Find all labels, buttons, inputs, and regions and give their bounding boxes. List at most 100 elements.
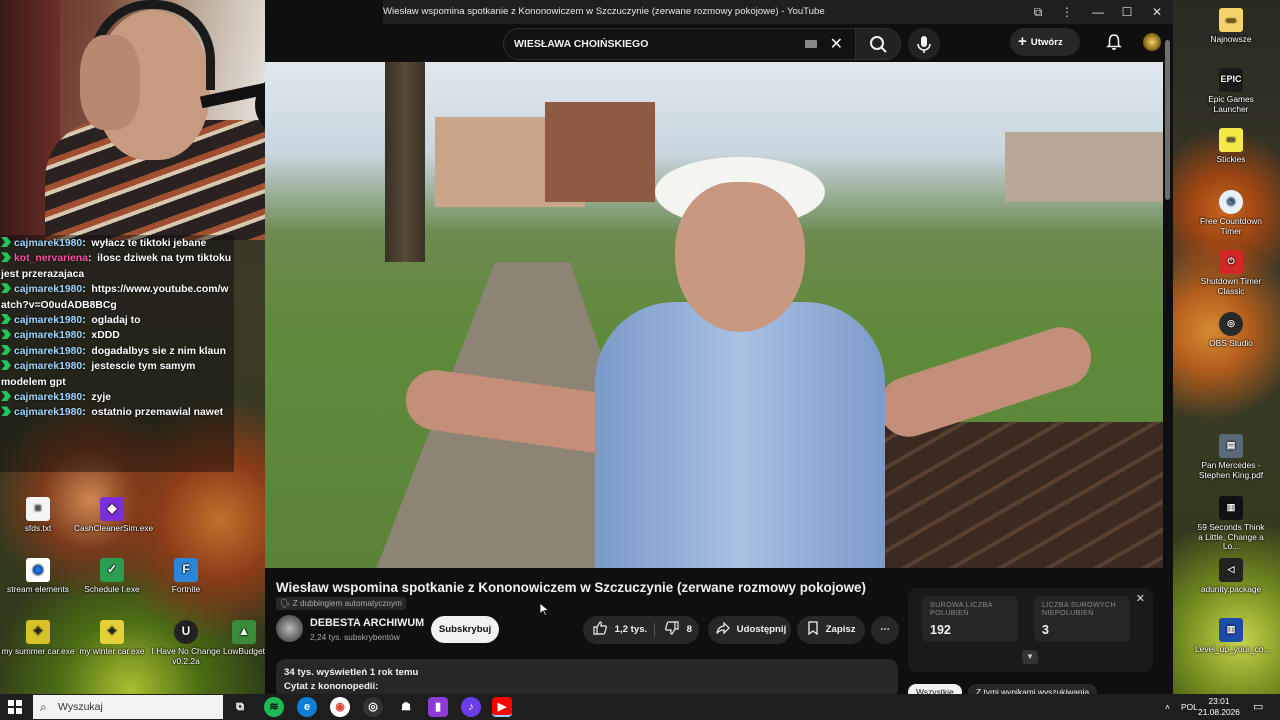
- desktop-icon-my-summer-car[interactable]: ✦ my summer car.exe: [0, 620, 76, 657]
- system-clock[interactable]: 23:01 21.08.2026: [1196, 696, 1242, 718]
- dubbing-badge: 🗣 Z dubbingiem automatycznym: [276, 597, 406, 610]
- channel-name[interactable]: DEBESTA ARCHIWUM: [310, 617, 424, 629]
- desktop-icon-stream-elements[interactable]: ◉ stream elements: [0, 558, 76, 595]
- text-file-icon: ≡: [26, 497, 50, 521]
- description-text: Cytat z kononopedii:: [284, 681, 379, 692]
- raw-stats-panel: ✕ SUROWA LICZBA POLUBIEŃ 192 LICZBA SURO…: [908, 588, 1153, 672]
- clear-search-icon[interactable]: ✕: [830, 34, 843, 54]
- desktop-icon-shutdown-timer[interactable]: ⏻ Shutdown Timer Classic: [1195, 250, 1267, 296]
- youtube-window: Wiesław wspomina spotkanie z Kononowicze…: [265, 0, 1173, 694]
- chrome-icon[interactable]: ◉: [330, 697, 350, 717]
- search-button[interactable]: [855, 28, 901, 60]
- desktop-icon-epic-games[interactable]: EPIC Epic Games Launcher: [1195, 68, 1267, 114]
- game-icon: ✓: [100, 558, 124, 582]
- account-avatar[interactable]: [1143, 33, 1161, 51]
- extensions-icon[interactable]: ⧉: [1024, 0, 1052, 24]
- kick-badge-icon: [1, 237, 11, 247]
- desktop-icon-i-have-no-change[interactable]: U I Have No Change v0.2.2a: [148, 620, 224, 666]
- desktop-icon-59-seconds[interactable]: ▥ 59 Seconds Think a Little, Change a Lo…: [1195, 496, 1267, 552]
- desktop-icon-my-winter-car[interactable]: ✦ my winter car.exe: [74, 620, 150, 657]
- spotify-icon[interactable]: ≋: [264, 697, 284, 717]
- keyboard-icon[interactable]: [805, 40, 817, 48]
- chat-message: cajmarek1980: dogadalbys sie z nim klaun: [0, 344, 234, 359]
- desktop-icon-stickies[interactable]: ▭ Stickies: [1195, 128, 1267, 165]
- edge-icon[interactable]: e: [297, 697, 317, 717]
- video-scene-house: [1005, 132, 1163, 202]
- clock-icon: ◷: [1219, 190, 1243, 214]
- dubbing-icon: 🗣: [280, 599, 291, 608]
- obs-icon[interactable]: ◎: [363, 697, 383, 717]
- minimize-icon[interactable]: —: [1084, 0, 1112, 24]
- taskbar-search-input[interactable]: ⌕ Wyszukaj: [33, 695, 223, 719]
- chip-search-results[interactable]: Z tymi wynikami wyszukiwania: [968, 684, 1098, 694]
- page-scrollbar[interactable]: [1163, 36, 1173, 694]
- voice-search-button[interactable]: [908, 28, 940, 60]
- tray-chevron-icon[interactable]: ˄: [1165, 694, 1170, 720]
- game-icon: ✦: [26, 620, 50, 644]
- maximize-icon[interactable]: ☐: [1113, 0, 1141, 24]
- close-panel-icon[interactable]: ✕: [1136, 592, 1145, 605]
- windows-start-icon[interactable]: [8, 700, 22, 714]
- chat-message: cajmarek1980: https://www.youtube.com/wa…: [1, 283, 229, 311]
- app-icon[interactable]: ▮: [428, 697, 448, 717]
- share-button[interactable]: Udostępnij: [708, 616, 791, 644]
- app-icon: ◆: [100, 497, 124, 521]
- unity-package-icon: ◁: [1219, 558, 1243, 582]
- search-icon: [870, 36, 887, 53]
- channel-avatar[interactable]: [276, 615, 303, 642]
- book-icon: ▥: [1219, 618, 1243, 642]
- unreal-icon: U: [174, 620, 198, 644]
- dislike-button[interactable]: 8: [665, 616, 692, 644]
- thumbs-up-icon: [593, 621, 607, 635]
- notifications-bell-icon[interactable]: [1105, 33, 1123, 51]
- description-box[interactable]: 34 tys. wyświetleń 1 rok temu Cytat z ko…: [276, 659, 898, 694]
- desktop-icon-pan-mercedes[interactable]: ▤ Pan Mercedes - Stephen King.pdf: [1195, 434, 1267, 480]
- window-title: Wiesław wspomina spotkanie z Kononowicze…: [383, 6, 825, 17]
- desktop-icon-najnowsze[interactable]: ▬ Najnowsze: [1195, 8, 1267, 45]
- chat-message: kot_nervariena: ilosc dziwek na tym tikt…: [1, 252, 232, 280]
- chip-all[interactable]: Wszystkie: [908, 684, 962, 694]
- desktop-icon-lowbudget[interactable]: ▲ LowBudget: [222, 620, 266, 657]
- kick-badge-icon: [1, 360, 11, 371]
- desktop-icon-sfds[interactable]: ≡ sfds.txt: [0, 497, 76, 534]
- chat-message: cajmarek1980: ostatnio przemawial nawet: [0, 405, 234, 420]
- desktop-icon-cashcleanersim[interactable]: ◆ CashCleanerSim.exe: [74, 497, 153, 534]
- video-player[interactable]: [265, 62, 1163, 568]
- more-actions-icon[interactable]: ⋯: [871, 616, 899, 644]
- desktop-icon-adunity[interactable]: ◁ adunity.package: [1195, 558, 1267, 595]
- browser-menu-icon[interactable]: ⋮: [1053, 0, 1081, 24]
- youtube-header: WIESŁAWA CHOIŃSKIEGO ✕ + Utwórz: [383, 24, 1173, 61]
- close-window-icon[interactable]: ✕: [1143, 0, 1171, 24]
- window-titlebar: Wiesław wspomina spotkanie z Kononowicze…: [383, 0, 1173, 24]
- video-title: Wiesław wspomina spotkanie z Kononowicze…: [276, 580, 866, 595]
- raw-likes-box: SUROWA LICZBA POLUBIEŃ 192: [922, 596, 1018, 642]
- sticky-note-icon: ▭: [1219, 128, 1243, 152]
- task-view-icon[interactable]: ⧉: [230, 697, 250, 717]
- youtube-taskbar-icon[interactable]: ▶: [492, 697, 512, 717]
- desktop-icon-fortnite[interactable]: F Fortnite: [148, 558, 224, 595]
- kick-badge-icon: [1, 314, 11, 325]
- like-button[interactable]: 1,2 tys.: [593, 616, 647, 644]
- desktop-icon-schedule-i[interactable]: ✓ Schedule I.exe: [74, 558, 150, 595]
- desktop-icon-countdown-timer[interactable]: ◷ Free Countdown Timer: [1195, 190, 1267, 236]
- desktop-icon-obs-studio[interactable]: ◎ OBS Studio: [1195, 312, 1267, 349]
- video-scene-tree: [385, 62, 425, 262]
- search-input[interactable]: WIESŁAWA CHOIŃSKIEGO ✕: [503, 28, 855, 60]
- chat-overlay: cajmarek1980: wyłacz te tiktoki jebane k…: [0, 235, 234, 472]
- chat-message: cajmarek1980: ogladaj to: [0, 313, 234, 328]
- kick-badge-icon: [1, 329, 11, 340]
- kick-badge-icon: [1, 344, 11, 355]
- save-button[interactable]: Zapisz: [797, 616, 865, 644]
- create-button[interactable]: + Utwórz: [1010, 28, 1080, 56]
- subscribe-button[interactable]: Subskrybuj: [431, 616, 499, 643]
- recommendation-chips: Wszystkie Z tymi wynikami wyszukiwania: [908, 684, 1101, 694]
- notifications-icon[interactable]: ▭: [1253, 694, 1263, 720]
- chat-message: cajmarek1980: zyje: [0, 390, 234, 405]
- chevron-down-icon[interactable]: ▼: [1022, 650, 1038, 664]
- app-icon[interactable]: ☗: [396, 697, 416, 717]
- like-dislike-group: 1,2 tys. 8: [583, 616, 699, 644]
- search-icon: ⌕: [40, 700, 47, 714]
- kick-badge-icon: [1, 252, 11, 263]
- app-icon[interactable]: ♪: [461, 697, 481, 717]
- desktop-icon-level-up[interactable]: ▥ Level_up_your_co...: [1195, 618, 1270, 655]
